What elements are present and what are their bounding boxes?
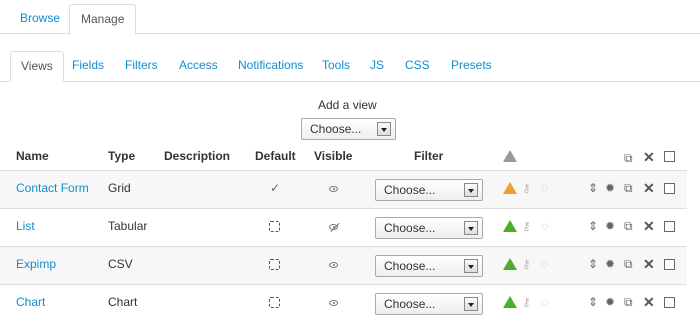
copy-icon[interactable]: ⧉ — [624, 258, 633, 270]
status-ok-icon[interactable] — [503, 220, 517, 232]
header-visible: Visible — [314, 149, 353, 163]
row-checkbox[interactable] — [664, 183, 675, 194]
tab-browse[interactable]: Browse — [9, 4, 71, 35]
filter-select-value: Choose... — [384, 297, 436, 311]
filter-select[interactable]: Choose... — [375, 255, 483, 277]
chevron-down-icon — [464, 259, 478, 273]
key-icon[interactable]: ⚷ — [522, 296, 531, 308]
delete-icon[interactable]: ✕ — [643, 295, 655, 309]
chevron-down-icon — [464, 297, 478, 311]
sub-tab-bar: Views Fields Filters Access Notification… — [0, 49, 700, 82]
filter-select-value: Choose... — [384, 183, 436, 197]
delete-icon[interactable]: ✕ — [643, 219, 655, 233]
status-ok-icon[interactable] — [503, 258, 517, 270]
gear-icon[interactable]: ✹ — [605, 296, 615, 308]
visible-eye-icon[interactable] — [329, 300, 338, 306]
key-icon[interactable]: ⚷ — [522, 258, 531, 270]
tab-manage[interactable]: Manage — [69, 4, 137, 35]
sort-icon[interactable]: ⇕ — [588, 182, 598, 194]
comment-icon[interactable]: ◌ — [541, 296, 548, 308]
filter-select[interactable]: Choose... — [375, 179, 483, 201]
subtab-fields[interactable]: Fields — [72, 51, 104, 82]
header-name: Name — [16, 149, 49, 163]
comment-icon[interactable]: ◌ — [541, 220, 548, 232]
header-default: Default — [255, 149, 296, 163]
copy-icon[interactable]: ⧉ — [624, 152, 633, 164]
add-view-select[interactable]: Choose... — [301, 118, 396, 140]
table-row: Contact Form Grid ✓ Choose... ⚷ ◌ ⇕ ✹ ⧉ … — [0, 170, 687, 208]
status-ok-icon[interactable] — [503, 296, 517, 308]
table-row: Chart Chart Choose... ⚷ ◌ ⇕ ✹ ⧉ ✕ — [0, 284, 687, 322]
subtab-access[interactable]: Access — [179, 51, 218, 82]
view-type: Tabular — [108, 219, 148, 233]
header-type: Type — [108, 149, 136, 163]
default-unchecked-icon[interactable] — [269, 221, 280, 232]
select-all-checkbox[interactable] — [664, 151, 675, 162]
subtab-css[interactable]: CSS — [405, 51, 430, 82]
copy-icon[interactable]: ⧉ — [624, 296, 633, 308]
subtab-notifications[interactable]: Notifications — [238, 51, 303, 82]
comment-icon[interactable]: ◌ — [541, 258, 548, 270]
sort-icon[interactable]: ⇕ — [588, 258, 598, 270]
gear-icon[interactable]: ✹ — [605, 220, 615, 232]
top-tab-bar: Browse Manage — [0, 0, 700, 35]
view-type: CSV — [108, 257, 133, 271]
gear-icon[interactable]: ✹ — [605, 258, 615, 270]
comment-icon[interactable]: ◌ — [541, 182, 548, 194]
default-check-icon[interactable]: ✓ — [270, 181, 280, 195]
add-view-select-value: Choose... — [310, 122, 362, 136]
view-type: Chart — [108, 295, 138, 309]
key-icon[interactable]: ⚷ — [522, 220, 531, 232]
default-unchecked-icon[interactable] — [269, 259, 280, 270]
view-name-link[interactable]: Contact Form — [16, 181, 89, 195]
view-name-link[interactable]: List — [16, 219, 35, 233]
chevron-down-icon — [377, 122, 391, 136]
status-warning-icon[interactable] — [503, 182, 517, 194]
add-view-label: Add a view — [318, 98, 377, 112]
subtab-views[interactable]: Views — [10, 51, 64, 82]
copy-icon[interactable]: ⧉ — [624, 220, 633, 232]
visible-eye-icon[interactable] — [329, 186, 338, 192]
filter-select-value: Choose... — [384, 259, 436, 273]
key-icon[interactable]: ⚷ — [522, 182, 531, 194]
visible-eye-icon[interactable] — [329, 262, 338, 268]
subtab-filters[interactable]: Filters — [125, 51, 158, 82]
header-filter: Filter — [414, 149, 444, 163]
copy-icon[interactable]: ⧉ — [624, 182, 633, 194]
sort-icon[interactable]: ⇕ — [588, 296, 598, 308]
delete-icon[interactable]: ✕ — [643, 150, 655, 164]
table-row: List Tabular Choose... ⚷ ◌ ⇕ ✹ ⧉ ✕ — [0, 208, 687, 246]
filter-select-value: Choose... — [384, 221, 436, 235]
subtab-js[interactable]: JS — [370, 51, 384, 82]
chevron-down-icon — [464, 221, 478, 235]
header-description: Description — [164, 149, 231, 163]
subtab-presets[interactable]: Presets — [451, 51, 492, 82]
view-name-link[interactable]: Expimp — [16, 257, 56, 271]
view-type: Grid — [108, 181, 131, 195]
row-checkbox[interactable] — [664, 297, 675, 308]
delete-icon[interactable]: ✕ — [643, 181, 655, 195]
table-row: Expimp CSV Choose... ⚷ ◌ ⇕ ✹ ⧉ ✕ — [0, 246, 687, 284]
filter-select[interactable]: Choose... — [375, 217, 483, 239]
delete-icon[interactable]: ✕ — [643, 257, 655, 271]
default-unchecked-icon[interactable] — [269, 297, 280, 308]
hidden-eye-icon[interactable] — [329, 224, 338, 230]
chevron-down-icon — [464, 183, 478, 197]
filter-select[interactable]: Choose... — [375, 293, 483, 315]
row-checkbox[interactable] — [664, 259, 675, 270]
warning-icon — [503, 150, 517, 162]
sort-icon[interactable]: ⇕ — [588, 220, 598, 232]
gear-icon[interactable]: ✹ — [605, 182, 615, 194]
row-checkbox[interactable] — [664, 221, 675, 232]
subtab-tools[interactable]: Tools — [322, 51, 350, 82]
view-name-link[interactable]: Chart — [16, 295, 45, 309]
